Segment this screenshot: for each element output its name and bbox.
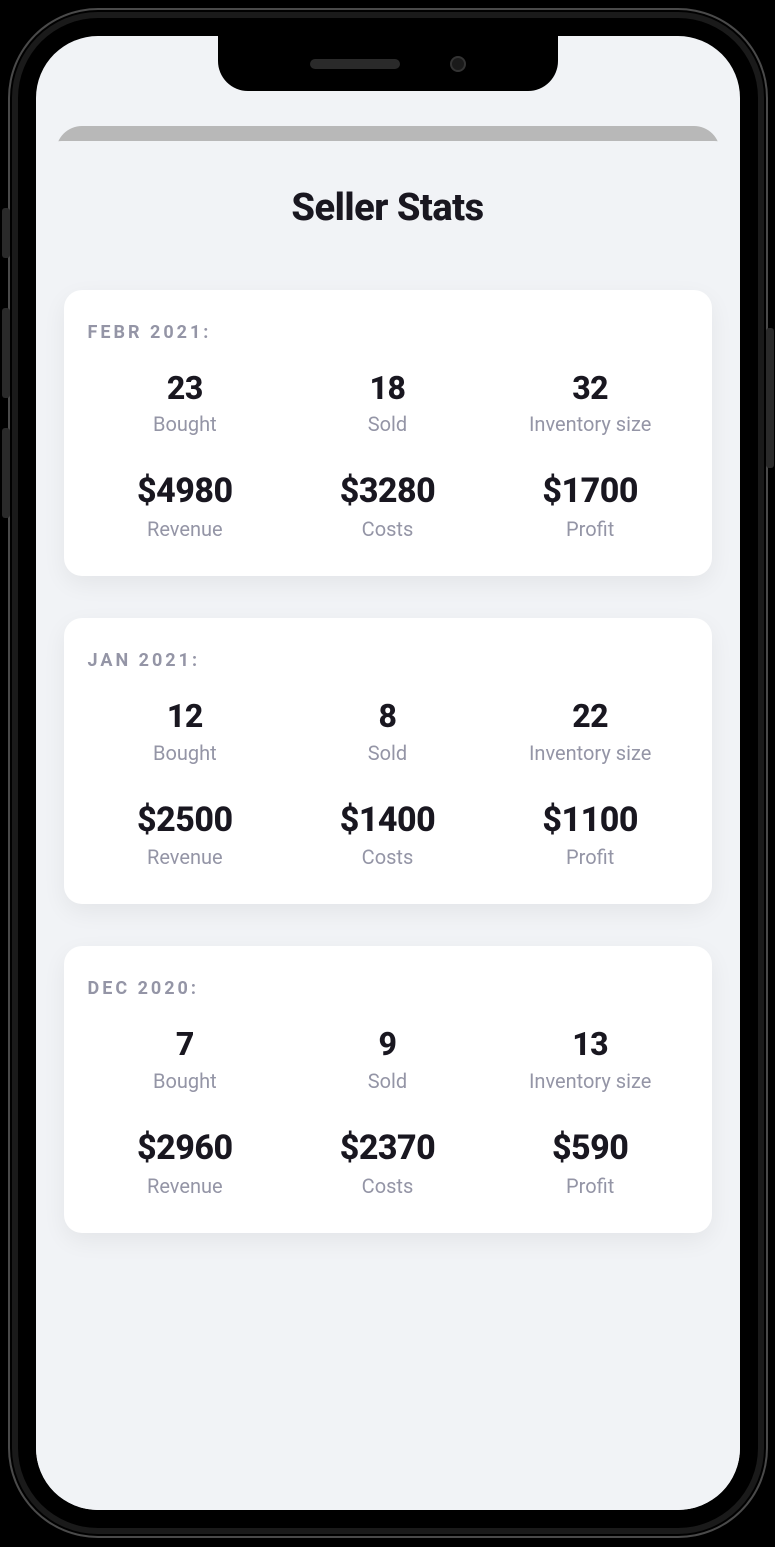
period-label: DEC 2020:: [88, 978, 688, 999]
stat-costs: $1400 Costs: [290, 800, 485, 871]
stat-value-costs: $1400: [290, 800, 485, 841]
volume-up-button: [2, 308, 10, 398]
modal-sheet[interactable]: Seller Stats FEBR 2021: 23 Bought 18 Sol…: [36, 141, 740, 1510]
stat-row-money: $4980 Revenue $3280 Costs $1700 Profit: [88, 471, 688, 542]
stat-value-inventory: 13: [493, 1025, 688, 1063]
stat-value-costs: $3280: [290, 471, 485, 512]
stat-value-revenue: $4980: [88, 471, 283, 512]
stat-row-counts: 23 Bought 18 Sold 32 Inventory size: [88, 369, 688, 437]
stat-label-costs: Costs: [290, 516, 485, 542]
stat-row-money: $2960 Revenue $2370 Costs $590 Profit: [88, 1128, 688, 1199]
stat-row-counts: 12 Bought 8 Sold 22 Inventory size: [88, 697, 688, 765]
stat-label-costs: Costs: [290, 1173, 485, 1199]
stat-label-inventory: Inventory size: [493, 1068, 688, 1094]
period-label: JAN 2021:: [88, 650, 688, 671]
speaker: [310, 59, 400, 69]
stat-costs: $3280 Costs: [290, 471, 485, 542]
stat-label-profit: Profit: [493, 516, 688, 542]
stat-label-costs: Costs: [290, 844, 485, 870]
stat-revenue: $2960 Revenue: [88, 1128, 283, 1199]
stat-profit: $1700 Profit: [493, 471, 688, 542]
stat-profit: $590 Profit: [493, 1128, 688, 1199]
stat-revenue: $2500 Revenue: [88, 800, 283, 871]
stats-card[interactable]: JAN 2021: 12 Bought 8 Sold 22 Inventory: [64, 618, 712, 904]
stat-inventory: 32 Inventory size: [493, 369, 688, 437]
stat-sold: 9 Sold: [290, 1025, 485, 1093]
stat-value-bought: 7: [88, 1025, 283, 1063]
power-button: [766, 328, 774, 468]
phone-inner-frame: Seller Stats FEBR 2021: 23 Bought 18 Sol…: [18, 18, 758, 1528]
stat-sold: 18 Sold: [290, 369, 485, 437]
stat-inventory: 22 Inventory size: [493, 697, 688, 765]
stat-label-bought: Bought: [88, 411, 283, 437]
stat-label-sold: Sold: [290, 1068, 485, 1094]
stat-label-profit: Profit: [493, 844, 688, 870]
screen: Seller Stats FEBR 2021: 23 Bought 18 Sol…: [36, 36, 740, 1510]
stat-label-sold: Sold: [290, 411, 485, 437]
stat-value-sold: 18: [290, 369, 485, 407]
stats-card[interactable]: FEBR 2021: 23 Bought 18 Sold 32 Invento: [64, 290, 712, 576]
stat-value-bought: 23: [88, 369, 283, 407]
stat-value-profit: $1100: [493, 800, 688, 841]
phone-frame: Seller Stats FEBR 2021: 23 Bought 18 Sol…: [8, 8, 768, 1538]
stat-value-inventory: 32: [493, 369, 688, 407]
stat-bought: 23 Bought: [88, 369, 283, 437]
volume-down-button: [2, 428, 10, 518]
stat-value-inventory: 22: [493, 697, 688, 735]
stat-sold: 8 Sold: [290, 697, 485, 765]
stat-row-counts: 7 Bought 9 Sold 13 Inventory size: [88, 1025, 688, 1093]
stat-bought: 12 Bought: [88, 697, 283, 765]
mute-switch: [2, 208, 10, 258]
stat-label-inventory: Inventory size: [493, 740, 688, 766]
notch: [218, 36, 558, 91]
stat-label-revenue: Revenue: [88, 844, 283, 870]
stats-card[interactable]: DEC 2020: 7 Bought 9 Sold 13 Inventory: [64, 946, 712, 1232]
stat-label-bought: Bought: [88, 1068, 283, 1094]
stat-value-profit: $1700: [493, 471, 688, 512]
stat-inventory: 13 Inventory size: [493, 1025, 688, 1093]
front-camera: [450, 56, 466, 72]
stat-value-profit: $590: [493, 1128, 688, 1169]
stat-value-revenue: $2960: [88, 1128, 283, 1169]
stat-label-profit: Profit: [493, 1173, 688, 1199]
stat-profit: $1100 Profit: [493, 800, 688, 871]
page-title: Seller Stats: [64, 186, 712, 230]
stat-label-revenue: Revenue: [88, 1173, 283, 1199]
stat-revenue: $4980 Revenue: [88, 471, 283, 542]
stat-value-revenue: $2500: [88, 800, 283, 841]
stat-costs: $2370 Costs: [290, 1128, 485, 1199]
period-label: FEBR 2021:: [88, 322, 688, 343]
stat-row-money: $2500 Revenue $1400 Costs $1100 Profit: [88, 800, 688, 871]
stat-value-sold: 8: [290, 697, 485, 735]
stat-label-revenue: Revenue: [88, 516, 283, 542]
stat-label-inventory: Inventory size: [493, 411, 688, 437]
stat-bought: 7 Bought: [88, 1025, 283, 1093]
stat-value-costs: $2370: [290, 1128, 485, 1169]
stat-value-sold: 9: [290, 1025, 485, 1063]
stat-label-sold: Sold: [290, 740, 485, 766]
stat-value-bought: 12: [88, 697, 283, 735]
stat-label-bought: Bought: [88, 740, 283, 766]
